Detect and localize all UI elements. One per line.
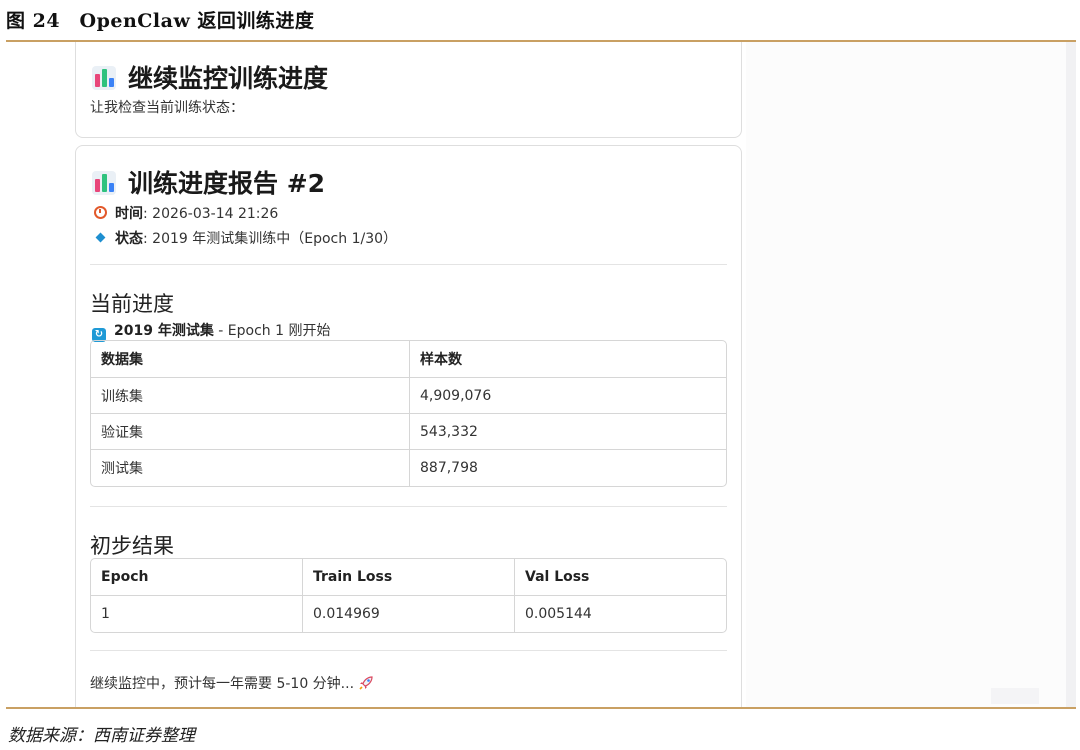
- status-label: 状态: [115, 231, 143, 247]
- message-card-report: 训练进度报告 #2 时间: 2026-03-14 21:26 状态: 2019 …: [75, 145, 742, 707]
- card1-heading: 继续监控训练进度: [92, 59, 328, 95]
- table-header-row: Epoch Train Loss Val Loss: [91, 559, 726, 596]
- table-cell: 1: [101, 606, 110, 622]
- table-row: 训练集 4,909,076: [91, 378, 726, 414]
- table-cell: 测试集: [101, 461, 143, 477]
- progress-subhead: ↻ 2019 年测试集 - Epoch 1 刚开始: [92, 320, 330, 342]
- column-header: Train Loss: [302, 559, 514, 596]
- report-heading: 训练进度报告 #2: [92, 164, 325, 200]
- divider: [90, 264, 727, 265]
- scrollbar[interactable]: [1066, 42, 1076, 707]
- dataset-table: 数据集 样本数 训练集 4,909,076 验证集 543,332 测试集 88…: [90, 340, 727, 487]
- table-cell: 543,332: [409, 414, 726, 450]
- column-header: Epoch: [91, 559, 302, 596]
- footer-note-text: 继续监控中，预计每一年需要 5-10 分钟...: [90, 676, 355, 692]
- table-cell: 887,798: [409, 450, 726, 486]
- status-row: 状态: 2019 年测试集训练中（Epoch 1/30）: [94, 228, 397, 248]
- time-value: : 2026-03-14 21:26: [143, 206, 279, 222]
- right-empty-panel: [746, 42, 1073, 707]
- progress-subhead-bold: 2019 年测试集: [114, 323, 214, 339]
- progress-subhead-rest: - Epoch 1 刚开始: [213, 323, 331, 339]
- table-cell: 验证集: [91, 414, 409, 450]
- figure-title: 图 24 OpenClaw 返回训练进度: [6, 10, 315, 32]
- divider: [90, 650, 727, 651]
- results-table: Epoch Train Loss Val Loss 1 0.014969 0.0…: [90, 558, 727, 633]
- card1-heading-text: 继续监控训练进度: [128, 64, 329, 93]
- scroll-shadow: [991, 688, 1039, 704]
- divider: [90, 506, 727, 507]
- table-header-row: 数据集 样本数: [91, 341, 726, 378]
- result-section-title: 初步结果: [90, 534, 174, 558]
- table-cell: 训练集: [91, 378, 409, 414]
- table-row: 测试集 887,798: [91, 450, 726, 486]
- report-heading-text: 训练进度报告 #2: [128, 169, 326, 198]
- column-header: Val Loss: [514, 559, 726, 596]
- bar-chart-icon: [92, 66, 116, 90]
- alarm-clock-icon: [94, 206, 107, 219]
- column-header: 样本数: [409, 341, 726, 378]
- table-row: 验证集 543,332: [91, 414, 726, 450]
- card1-subtext: 让我检查当前训练状态：: [90, 100, 244, 116]
- table-cell: 4,909,076: [409, 378, 726, 414]
- bottom-rule: [6, 707, 1076, 709]
- footer-note: 继续监控中，预计每一年需要 5-10 分钟...: [90, 673, 374, 693]
- progress-section-title: 当前进度: [90, 292, 174, 316]
- diamond-icon: [95, 232, 106, 243]
- bar-chart-icon: [92, 171, 116, 195]
- status-value: : 2019 年测试集训练中（Epoch 1/30）: [143, 231, 398, 247]
- table-cell: 0.005144: [514, 596, 726, 632]
- chat-screenshot: 继续监控训练进度 让我检查当前训练状态： 训练进度报告 #2 时间: 2026-…: [6, 42, 1076, 707]
- table-cell: 0.014969: [302, 596, 514, 632]
- column-header: 数据集: [91, 341, 409, 378]
- time-label: 时间: [115, 206, 143, 222]
- time-row: 时间: 2026-03-14 21:26: [94, 203, 278, 223]
- figure-source: 数据来源：西南证券整理: [8, 726, 195, 746]
- table-row: 1 0.014969 0.005144: [91, 596, 726, 632]
- rocket-icon: [359, 676, 373, 690]
- message-card-monitor: 继续监控训练进度 让我检查当前训练状态：: [75, 42, 742, 138]
